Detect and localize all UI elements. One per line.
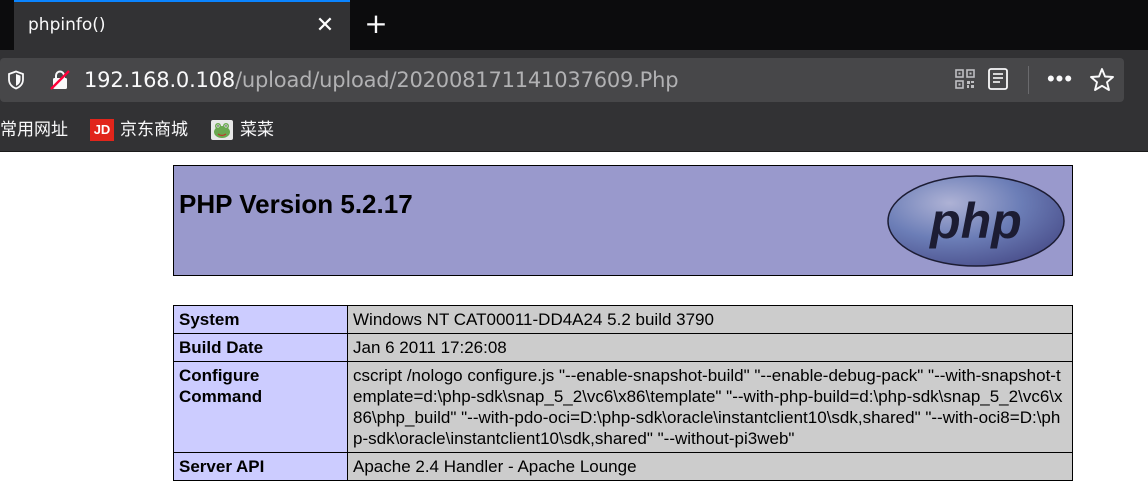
new-tab-plus-icon[interactable]: + — [362, 8, 390, 40]
row-key: Configure Command — [173, 361, 348, 453]
urlbar-separator — [1028, 66, 1029, 94]
page-content: PHP Version 5.2.17 php System Windows NT… — [0, 152, 1148, 492]
table-row: Configure Command cscript /nologo config… — [173, 361, 1073, 453]
url-host: 192.168.0.108 — [84, 68, 236, 92]
php-logo[interactable]: php — [886, 174, 1066, 268]
row-key: System — [173, 305, 348, 334]
insecure-lock-icon[interactable] — [49, 69, 71, 91]
shield-icon[interactable] — [6, 70, 26, 90]
table-row: Build Date Jan 6 2011 17:26:08 — [173, 333, 1073, 362]
php-logo-text: php — [928, 193, 1022, 249]
row-key: Build Date — [173, 333, 348, 362]
jd-icon: JD — [90, 119, 114, 141]
tab-title: phpinfo() — [28, 15, 106, 35]
row-value: Windows NT CAT00011-DD4A24 5.2 build 379… — [347, 305, 1073, 334]
tab-phpinfo[interactable]: phpinfo() ✕ — [14, 0, 350, 50]
bookmark-label: 菜菜 — [240, 120, 274, 140]
close-icon[interactable]: ✕ — [314, 12, 336, 38]
url-path: /upload/upload/202008171141037609.Php — [235, 68, 679, 92]
url-bar[interactable]: 192.168.0.108/upload/upload/202008171141… — [0, 58, 1124, 102]
info-table: System Windows NT CAT00011-DD4A24 5.2 bu… — [173, 305, 1073, 481]
bookmarks-toolbar: 常用网址 JD 京东商城 菜菜 — [0, 110, 1148, 152]
table-row: System Windows NT CAT00011-DD4A24 5.2 bu… — [173, 305, 1073, 334]
bookmark-common-sites[interactable]: 常用网址 — [0, 118, 68, 142]
url-text[interactable]: 192.168.0.108/upload/upload/202008171141… — [84, 68, 679, 92]
bookmark-label: 京东商城 — [120, 120, 188, 140]
row-value: cscript /nologo configure.js "--enable-s… — [347, 361, 1073, 453]
row-value: Apache 2.4 Handler - Apache Lounge — [347, 452, 1073, 481]
qr-code-icon[interactable] — [954, 68, 976, 90]
bookmark-caicai[interactable]: 菜菜 — [210, 118, 274, 142]
table-row: Server API Apache 2.4 Handler - Apache L… — [173, 452, 1073, 481]
bookmark-jd[interactable]: JD 京东商城 — [90, 118, 188, 142]
row-value: Jan 6 2011 17:26:08 — [347, 333, 1073, 362]
row-key: Server API — [173, 452, 348, 481]
nav-bar: 192.168.0.108/upload/upload/202008171141… — [0, 50, 1148, 110]
more-actions-icon[interactable]: ••• — [1046, 66, 1074, 94]
tab-strip: phpinfo() ✕ + — [0, 0, 1148, 50]
bookmark-star-icon[interactable] — [1088, 66, 1116, 94]
reader-view-icon[interactable] — [986, 67, 1010, 91]
frog-icon — [211, 120, 233, 140]
page-title: PHP Version 5.2.17 — [179, 189, 413, 219]
php-header: PHP Version 5.2.17 php — [173, 165, 1073, 276]
bookmark-label: 常用网址 — [0, 120, 68, 140]
